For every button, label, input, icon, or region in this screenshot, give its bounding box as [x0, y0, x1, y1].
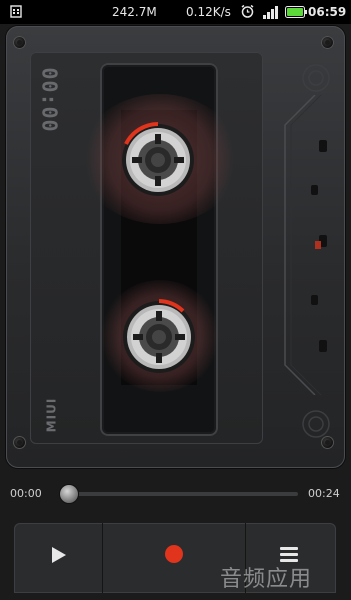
status-bar: 242.7M 0.12K/s 06:59 — [0, 0, 351, 24]
elapsed-time: 00:00 — [10, 487, 42, 500]
watermark-text: 音频应用 — [220, 567, 313, 592]
recording-counter: 00:00 — [38, 67, 62, 133]
brand-label: MIUI — [44, 397, 58, 433]
signal-bars-icon — [262, 5, 280, 22]
bottom-reel-icon — [123, 299, 195, 373]
corner-gear-icon — [302, 64, 330, 92]
clock-time: 06:59 — [308, 5, 347, 19]
corner-gear-icon — [302, 410, 330, 438]
screw-icon — [321, 36, 334, 49]
storage-readout: 242.7M — [112, 5, 157, 19]
menu-icon — [280, 547, 298, 562]
network-speed: 0.12K/s — [186, 5, 231, 19]
play-button[interactable] — [14, 523, 103, 593]
tape-rail — [284, 95, 327, 395]
screw-icon — [13, 436, 26, 449]
seek-handle[interactable] — [60, 485, 78, 503]
alarm-clock-icon — [240, 4, 255, 22]
seek-bar[interactable] — [60, 492, 298, 496]
battery-icon — [285, 6, 307, 21]
screw-icon — [13, 36, 26, 49]
total-time: 00:24 — [308, 487, 340, 500]
record-icon — [165, 545, 183, 563]
play-icon — [52, 547, 66, 563]
sim-card-icon — [10, 5, 22, 21]
top-reel-icon — [122, 122, 194, 196]
